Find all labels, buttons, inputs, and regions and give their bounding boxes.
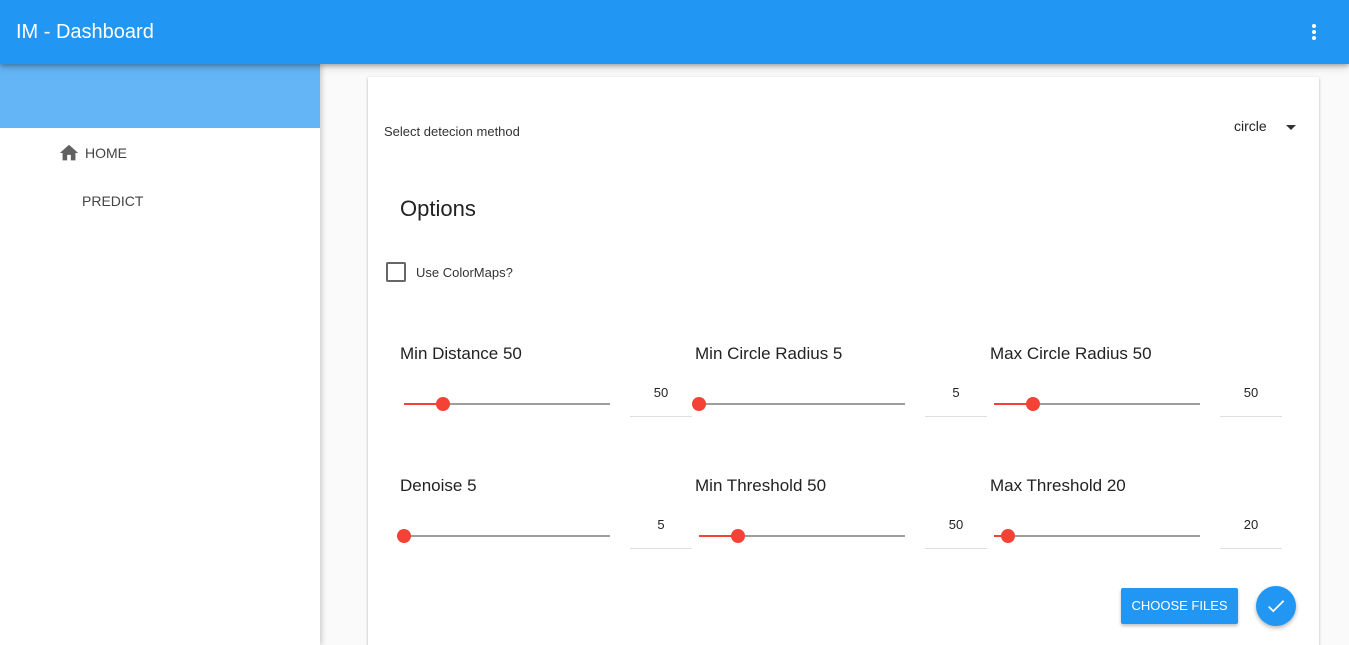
min-distance-input[interactable]: 50 [630,377,692,417]
drawer-header [0,64,320,128]
settings-card: Select detecion method circle Options Us… [368,77,1319,645]
sidebar-item-home[interactable]: HOME [58,142,127,164]
app-bar: IM - Dashboard [0,0,1349,64]
max-circle-radius-input[interactable]: 50 [1220,377,1282,417]
denoise-label: Denoise 5 [400,476,477,495]
slider-thumb[interactable] [692,397,706,411]
detection-method-select[interactable]: circle [1234,118,1298,140]
min-distance-label: Min Distance 50 [400,344,522,363]
check-icon [1268,600,1285,613]
slider-thumb[interactable] [731,529,746,543]
home-icon [58,142,80,164]
denoise-input[interactable]: 5 [630,509,692,549]
choose-files-button[interactable]: CHOOSE FILES [1121,588,1238,624]
max-threshold-slider[interactable] [994,526,1200,546]
min-circle-radius-input[interactable]: 5 [925,377,987,417]
more-menu-button[interactable] [1299,20,1329,44]
colormaps-label: Use ColorMaps? [416,264,513,280]
max-threshold-input[interactable]: 20 [1220,509,1282,549]
sidebar-item-label: PREDICT [82,193,144,209]
detection-method-value: circle [1234,118,1267,134]
submit-button[interactable] [1256,586,1296,626]
min-distance-slider[interactable] [404,394,610,414]
app-title: IM - Dashboard [16,21,154,43]
colormaps-checkbox[interactable] [386,262,406,282]
slider-rail [699,403,905,405]
min-threshold-slider[interactable] [699,526,905,546]
slider-thumb[interactable] [1001,529,1016,543]
min-circle-radius-slider[interactable] [692,394,905,414]
max-circle-radius-label: Max Circle Radius 50 [990,344,1152,363]
slider-rail [404,535,610,537]
sidebar: HOME PREDICT [0,64,320,645]
slider-rail [994,535,1200,537]
sidebar-item-label: HOME [85,145,127,161]
sidebar-item-predict[interactable]: PREDICT [82,193,143,209]
detection-method-label: Select detecion method [384,124,520,139]
max-threshold-label: Max Threshold 20 [990,476,1126,495]
options-heading: Options [400,196,476,221]
colormaps-checkbox-row[interactable]: Use ColorMaps? [386,262,513,282]
min-threshold-label: Min Threshold 50 [695,476,827,495]
slider-thumb[interactable] [1026,397,1041,411]
denoise-slider[interactable] [397,526,610,546]
min-circle-radius-label: Min Circle Radius 5 [695,344,843,363]
more-vert-icon [1312,24,1316,40]
min-threshold-input[interactable]: 50 [925,509,987,549]
slider-thumb[interactable] [397,529,411,543]
slider-thumb[interactable] [436,397,451,411]
max-circle-radius-slider[interactable] [994,394,1200,414]
dropdown-arrow-icon [1286,125,1296,130]
